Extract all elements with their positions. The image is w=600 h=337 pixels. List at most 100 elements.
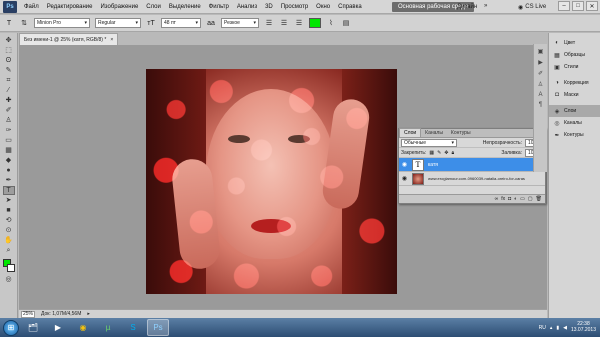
volume-icon[interactable]: ◀ — [563, 325, 567, 331]
text-orientation-icon[interactable]: ⇅ — [19, 18, 29, 28]
healing-brush-icon[interactable]: ✚ — [3, 96, 15, 105]
3d-rotate-tool-icon[interactable]: ⟲ — [3, 216, 15, 225]
menu-window[interactable]: Окно — [312, 4, 334, 10]
text-tool-icon[interactable]: T — [4, 18, 14, 28]
start-button[interactable]: ⊞ — [3, 319, 19, 336]
menu-view[interactable]: Просмотр — [277, 4, 312, 10]
menu-edit[interactable]: Редактирование — [43, 4, 97, 10]
clock[interactable]: 22:38 13.07.2013 — [571, 321, 596, 333]
blend-mode-select[interactable]: Обычные ▾ — [401, 138, 457, 147]
crop-tool-icon[interactable]: ⌗ — [3, 76, 15, 85]
brush-tool-icon[interactable]: ✐ — [3, 106, 15, 115]
panel-color[interactable]: ◐ Цвет — [549, 37, 600, 49]
menu-select[interactable]: Выделение — [165, 4, 205, 10]
taskbar-chrome-icon[interactable]: ◉ — [72, 319, 94, 336]
new-layer-icon[interactable]: ▢ — [528, 196, 533, 202]
align-right-icon[interactable]: ☰ — [294, 18, 304, 28]
menu-help[interactable]: Справка — [334, 4, 366, 10]
taskbar-media-icon[interactable]: ▶ — [47, 319, 69, 336]
trash-icon[interactable]: 🗑︎ — [536, 196, 542, 202]
chevron-right-icon[interactable]: ▸ — [87, 311, 90, 317]
font-size-select[interactable]: 48 пт ▾ — [161, 18, 201, 28]
visibility-eye-icon[interactable]: ◉ — [401, 175, 408, 182]
history-brush-icon[interactable]: ✑ — [3, 126, 15, 135]
minimize-icon[interactable]: – — [558, 1, 570, 11]
menu-filter[interactable]: Фильтр — [205, 4, 233, 10]
panel-layers[interactable]: ◈ Слои — [549, 105, 600, 117]
lasso-tool-icon[interactable]: ʘ — [3, 56, 15, 65]
tab-channels[interactable]: Каналы — [421, 129, 447, 137]
cs-live-button[interactable]: ◉ CS Live — [518, 2, 546, 12]
panel-swatches[interactable]: ▦ Образцы — [549, 49, 600, 61]
quick-select-tool-icon[interactable]: ✎ — [3, 66, 15, 75]
panel-masks[interactable]: ◘ Маски — [549, 89, 600, 101]
panel-paths[interactable]: ✒ Контуры — [549, 129, 600, 141]
lock-position-icon[interactable]: ✥ — [444, 150, 448, 156]
type-tool-icon[interactable]: T — [2, 186, 15, 195]
maximize-icon[interactable]: □ — [572, 1, 584, 11]
document-image[interactable] — [146, 69, 397, 294]
language-indicator[interactable]: RU — [539, 325, 546, 331]
blur-tool-icon[interactable]: ◆ — [3, 156, 15, 165]
menu-3d[interactable]: 3D — [261, 4, 277, 10]
tab-paths[interactable]: Контуры — [447, 129, 475, 137]
visibility-eye-icon[interactable]: ◉ — [401, 161, 408, 168]
shape-tool-icon[interactable]: ■ — [3, 206, 15, 215]
add-mask-icon[interactable]: ◘ — [508, 196, 511, 202]
zoom-tool-icon[interactable]: ⌕ — [3, 246, 15, 255]
history-icon[interactable]: ▣ — [538, 48, 544, 55]
text-color-swatch[interactable] — [309, 18, 321, 28]
menu-layers[interactable]: Слои — [142, 4, 165, 10]
lock-pixels-icon[interactable]: ✎ — [437, 150, 441, 156]
network-icon[interactable]: ▮ — [556, 325, 559, 331]
panel-styles[interactable]: ▣ Стили — [549, 61, 600, 73]
taskbar-utorrent-icon[interactable]: µ — [97, 319, 119, 336]
3d-orbit-tool-icon[interactable]: ⊙ — [3, 226, 15, 235]
layer-row[interactable]: ◉ T катя — [399, 158, 545, 172]
move-tool-icon[interactable]: ✥ — [3, 36, 15, 45]
gradient-tool-icon[interactable]: ▦ — [3, 146, 15, 155]
dodge-tool-icon[interactable]: ● — [3, 166, 15, 175]
new-group-icon[interactable]: ▭ — [520, 196, 525, 202]
marquee-tool-icon[interactable]: ⬚ — [3, 46, 15, 55]
taskbar-photoshop-icon[interactable]: Ps — [147, 319, 169, 336]
font-style-select[interactable]: Regular ▾ — [95, 18, 141, 28]
brush-panel-icon[interactable]: ✐ — [538, 70, 543, 77]
anti-alias-select[interactable]: Резкое ▾ — [221, 18, 259, 28]
warp-text-icon[interactable]: ⌇ — [326, 18, 336, 28]
character-icon[interactable]: A — [538, 92, 542, 98]
document-tab[interactable]: Без имени-1 @ 25% (катя, RGB/8) * × — [19, 33, 119, 45]
close-icon[interactable]: ✕ — [586, 1, 598, 11]
actions-icon[interactable]: ▶ — [538, 59, 543, 66]
taskbar-explorer-icon[interactable]: 🗂︎ — [22, 319, 44, 336]
menu-image[interactable]: Изображение — [96, 4, 142, 10]
quick-mask-icon[interactable]: ◎ — [3, 275, 15, 284]
hand-tool-icon[interactable]: ✋ — [3, 236, 15, 245]
font-family-select[interactable]: Minion Pro ▾ — [34, 18, 90, 28]
chevron-up-icon[interactable]: ▴ — [550, 325, 553, 331]
align-center-icon[interactable]: ☰ — [279, 18, 289, 28]
character-panel-icon[interactable]: ▤ — [341, 18, 351, 28]
taskbar-skype-icon[interactable]: S — [122, 319, 144, 336]
pen-tool-icon[interactable]: ✒ — [3, 176, 15, 185]
close-icon[interactable]: × — [110, 37, 113, 43]
zoom-field[interactable]: 25% — [21, 310, 35, 318]
chevron-right-icon[interactable]: » — [484, 3, 487, 9]
background-color-swatch[interactable] — [6, 264, 15, 272]
path-select-tool-icon[interactable]: ➤ — [3, 196, 15, 205]
eyedropper-tool-icon[interactable]: ⁄ — [3, 86, 15, 95]
color-swatches[interactable] — [2, 258, 16, 274]
menu-analysis[interactable]: Анализ — [233, 4, 261, 10]
paragraph-icon[interactable]: ¶ — [539, 102, 542, 108]
clone-source-icon[interactable]: ♙ — [538, 81, 543, 88]
design-workspace-button[interactable]: Дизайн — [457, 2, 477, 12]
adjustment-layer-icon[interactable]: ◐ — [514, 196, 517, 202]
lock-all-icon[interactable]: 🔒︎ — [451, 150, 454, 156]
eraser-tool-icon[interactable]: ▭ — [3, 136, 15, 145]
panel-adjustments[interactable]: ◑ Коррекция — [549, 77, 600, 89]
panel-channels[interactable]: ◎ Каналы — [549, 117, 600, 129]
layer-row[interactable]: ◉ www.eroglamour.com-0960039-natalia-ore… — [399, 172, 545, 186]
lock-transparent-icon[interactable]: ▦ — [429, 150, 434, 156]
link-layers-icon[interactable]: ∞ — [495, 196, 499, 202]
clone-stamp-icon[interactable]: ♙ — [3, 116, 15, 125]
